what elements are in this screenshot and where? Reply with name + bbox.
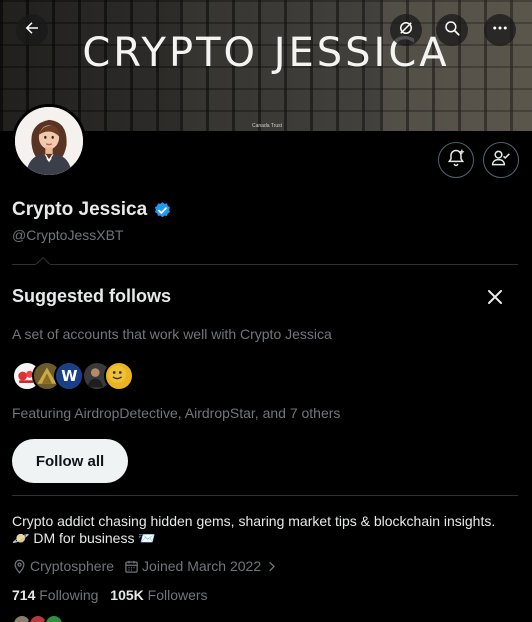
section-divider — [12, 264, 518, 265]
close-icon — [484, 290, 506, 312]
following-link[interactable]: 714 Following — [12, 587, 98, 603]
following-label: Following — [39, 587, 99, 603]
suggested-avatars-group[interactable]: W — [12, 361, 142, 391]
person-check-icon — [491, 148, 511, 173]
bell-plus-icon — [446, 148, 466, 173]
followed-by-avatar-3 — [44, 614, 64, 622]
follow-stats: 714 Following 105K Followers — [12, 587, 216, 603]
back-button[interactable] — [16, 14, 48, 46]
display-name-text: Crypto Jessica — [12, 199, 148, 220]
following-button[interactable] — [483, 142, 519, 178]
slashed-circle-icon — [397, 19, 415, 42]
profile-bio: Crypto addict chasing hidden gems, shari… — [12, 513, 522, 547]
location-text: Cryptosphere — [30, 558, 115, 574]
suggested-avatar-5 — [104, 361, 134, 391]
back-arrow-icon — [23, 19, 41, 42]
profile-meta: Cryptosphere Joined March 2022 — [12, 558, 292, 574]
followers-label: Followers — [147, 587, 208, 603]
suggested-follows-subtitle: A set of accounts that work well with Cr… — [12, 326, 332, 342]
joined-text: Joined March 2022 — [142, 558, 262, 574]
toggle-images-button[interactable] — [390, 14, 422, 46]
location-pin-icon — [14, 559, 25, 574]
more-horizontal-icon — [491, 19, 509, 42]
notifications-button[interactable] — [438, 142, 474, 178]
incoming-envelope-emoji: 📨 — [138, 530, 156, 546]
bio-dm-text: DM for business — [33, 530, 135, 546]
suggested-follows-title: Suggested follows — [12, 286, 172, 306]
svg-text:W: W — [61, 368, 77, 385]
dismiss-suggestions-button[interactable] — [484, 286, 506, 308]
chevron-right-icon — [269, 561, 276, 571]
location-item: Cryptosphere — [12, 558, 114, 574]
joined-item[interactable]: Joined March 2022 — [124, 558, 282, 574]
suggested-featuring-text: Featuring AirdropDetective, AirdropStar,… — [12, 405, 341, 421]
followed-by-avatars[interactable] — [12, 614, 72, 622]
bio-line-1: Crypto addict chasing hidden gems, shari… — [12, 513, 496, 529]
followers-count: 105K — [110, 587, 144, 603]
caret-up-icon — [36, 257, 50, 271]
search-icon — [443, 19, 461, 42]
verified-badge-icon[interactable] — [153, 201, 172, 220]
section-divider — [12, 495, 518, 496]
profile-avatar[interactable] — [12, 104, 86, 178]
followers-link[interactable]: 105K Followers — [110, 587, 207, 603]
calendar-icon — [125, 560, 138, 573]
search-button[interactable] — [436, 14, 468, 46]
more-options-button[interactable] — [484, 14, 516, 46]
suggested-avatar-3: W — [54, 361, 84, 391]
woman-portrait-icon — [15, 107, 83, 175]
follow-all-button[interactable]: Follow all — [12, 439, 128, 483]
following-count: 714 — [12, 587, 36, 603]
banner-sign-text: Canada Trust — [252, 123, 283, 129]
display-name: Crypto Jessica — [12, 199, 172, 221]
ringed-planet-emoji: 🪐 — [12, 530, 30, 546]
user-handle: @CryptoJessXBT — [12, 227, 124, 243]
bio-line-2: 🪐 DM for business 📨 — [12, 530, 522, 547]
